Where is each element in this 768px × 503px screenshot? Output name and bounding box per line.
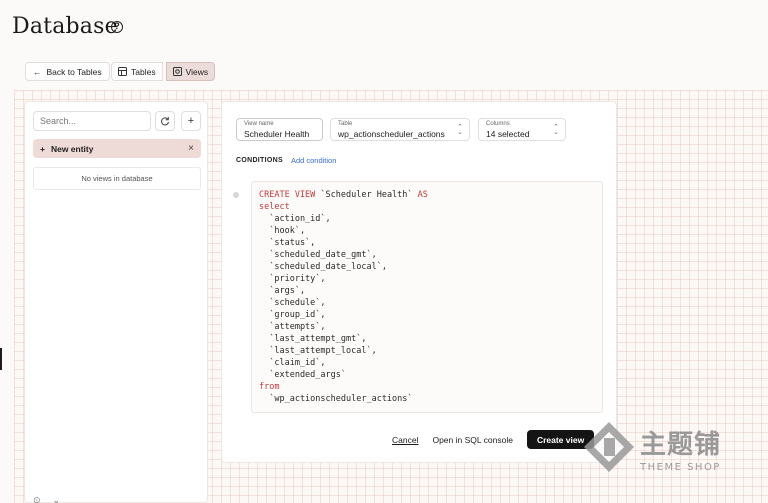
back-to-tables-label: Back to Tables <box>46 66 102 77</box>
refresh-icon <box>161 117 169 126</box>
conditions-label: CONDITIONS <box>236 157 283 164</box>
close-icon[interactable]: × <box>188 143 194 154</box>
sql-preview: CREATE VIEW `Scheduler Health` AS select … <box>251 181 603 413</box>
sql-line: `attempts`, <box>259 321 595 333</box>
sql-line: `hook`, <box>259 225 595 237</box>
footer-actions: Cancel Open in SQL console Create view <box>392 430 595 449</box>
sql-text: `claim_id`, <box>259 358 326 368</box>
plus-icon: + <box>40 143 45 154</box>
sql-line: `args`, <box>259 285 595 297</box>
search-input[interactable] <box>33 111 151 131</box>
sidebar-footer: ⊙ ⌄ <box>33 495 60 503</box>
tab-views[interactable]: Views <box>165 62 216 81</box>
sql-text: `group_id`, <box>259 310 326 320</box>
sql-text: `args`, <box>259 286 306 296</box>
view-name-field[interactable]: View name Scheduler Health <box>236 118 323 141</box>
sql-text: `status`, <box>259 238 316 248</box>
sql-line: `action_id`, <box>259 213 595 225</box>
sql-line: from <box>259 381 595 393</box>
sql-keyword: CREATE VIEW <box>259 190 316 200</box>
table-label: Table <box>338 121 353 127</box>
watermark-text: 主题铺 <box>640 430 722 460</box>
sql-line: `scheduled_date_local`, <box>259 261 595 273</box>
page-title: Database <box>12 14 118 39</box>
sql-line: `status`, <box>259 237 595 249</box>
sql-text: `last_attempt_local`, <box>259 346 377 356</box>
entity-type-switcher: Tables Views <box>111 62 216 81</box>
sql-line: `group_id`, <box>259 309 595 321</box>
tab-tables-label: Tables <box>131 66 156 77</box>
sql-line: `priority`, <box>259 273 595 285</box>
sql-text: `hook`, <box>259 226 306 236</box>
sql-line: CREATE VIEW `Scheduler Health` AS <box>259 189 595 201</box>
help-circle-icon[interactable]: ? <box>111 21 123 33</box>
empty-views-message: No views in database <box>33 167 201 190</box>
sql-keyword: from <box>259 382 280 392</box>
sql-keyword: select <box>259 202 290 212</box>
view-editor-panel: View name Scheduler Health Table wp_acti… <box>221 101 617 463</box>
sql-text: `last_attempt_gmt`, <box>259 334 367 344</box>
watermark-logo: 主题铺 THEME SHOP <box>580 418 740 478</box>
new-entity-item[interactable]: + New entity × <box>33 139 201 158</box>
sql-line: `last_attempt_local`, <box>259 345 595 357</box>
conditions-row: CONDITIONS Add condition <box>236 156 336 165</box>
chevron-updown-icon: ⌃ ⌄ <box>457 124 463 136</box>
sql-line: `claim_id`, <box>259 357 595 369</box>
sql-line: select <box>259 201 595 213</box>
plus-icon: + <box>187 115 195 127</box>
sql-text: `scheduled_date_gmt`, <box>259 250 377 260</box>
add-condition-link[interactable]: Add condition <box>291 156 336 165</box>
sql-line: `schedule`, <box>259 297 595 309</box>
watermark-subtext: THEME SHOP <box>640 462 721 473</box>
table-select[interactable]: Table wp_actionscheduler_actions ⌃ ⌄ <box>330 118 470 141</box>
chevron-updown-icon: ⌃ ⌄ <box>553 124 559 136</box>
sql-line: `last_attempt_gmt`, <box>259 333 595 345</box>
left-edge-marker <box>0 348 2 370</box>
sidebar-footer-icon[interactable]: ⊙ <box>33 495 41 503</box>
add-view-button[interactable]: + <box>181 111 201 131</box>
sql-line: `extended_args` <box>259 369 595 381</box>
sql-text: `schedule`, <box>259 298 326 308</box>
watermark-mark-icon <box>584 422 634 472</box>
sidebar-footer-icon[interactable]: ⌄ <box>53 495 61 503</box>
cancel-button[interactable]: Cancel <box>392 435 418 445</box>
open-sql-console-button[interactable]: Open in SQL console <box>432 435 512 445</box>
refresh-button[interactable] <box>155 111 175 131</box>
sidebar: + + New entity × No views in database ⊙ … <box>24 101 208 503</box>
sql-text: `attempts`, <box>259 322 326 332</box>
sql-keyword: AS <box>417 190 428 200</box>
sql-line: `scheduled_date_gmt`, <box>259 249 595 261</box>
new-entity-label: New entity <box>50 143 94 154</box>
drag-handle[interactable] <box>233 192 239 198</box>
back-to-tables-button[interactable]: ← Back to Tables <box>25 62 110 81</box>
sql-text: `Scheduler Health` <box>315 190 418 200</box>
sql-text: `wp_actionscheduler_actions` <box>259 394 413 404</box>
sql-text: `priority`, <box>259 274 326 284</box>
arrow-left-icon: ← <box>33 66 42 77</box>
columns-value: 14 selected <box>486 129 530 139</box>
view-name-label: View name <box>244 121 274 127</box>
tab-views-label: Views <box>185 66 209 77</box>
columns-label: Columns <box>486 121 510 127</box>
sql-text: `extended_args` <box>259 370 346 380</box>
sql-line: `wp_actionscheduler_actions` <box>259 393 595 405</box>
columns-select[interactable]: Columns 14 selected ⌃ ⌄ <box>478 118 566 141</box>
tab-tables[interactable]: Tables <box>111 62 163 81</box>
table-icon <box>118 67 127 76</box>
sql-text: `action_id`, <box>259 214 331 224</box>
view-icon <box>172 67 182 76</box>
table-value: wp_actionscheduler_actions <box>338 129 445 139</box>
view-name-value[interactable]: Scheduler Health <box>244 128 315 140</box>
sql-text: `scheduled_date_local`, <box>259 262 387 272</box>
